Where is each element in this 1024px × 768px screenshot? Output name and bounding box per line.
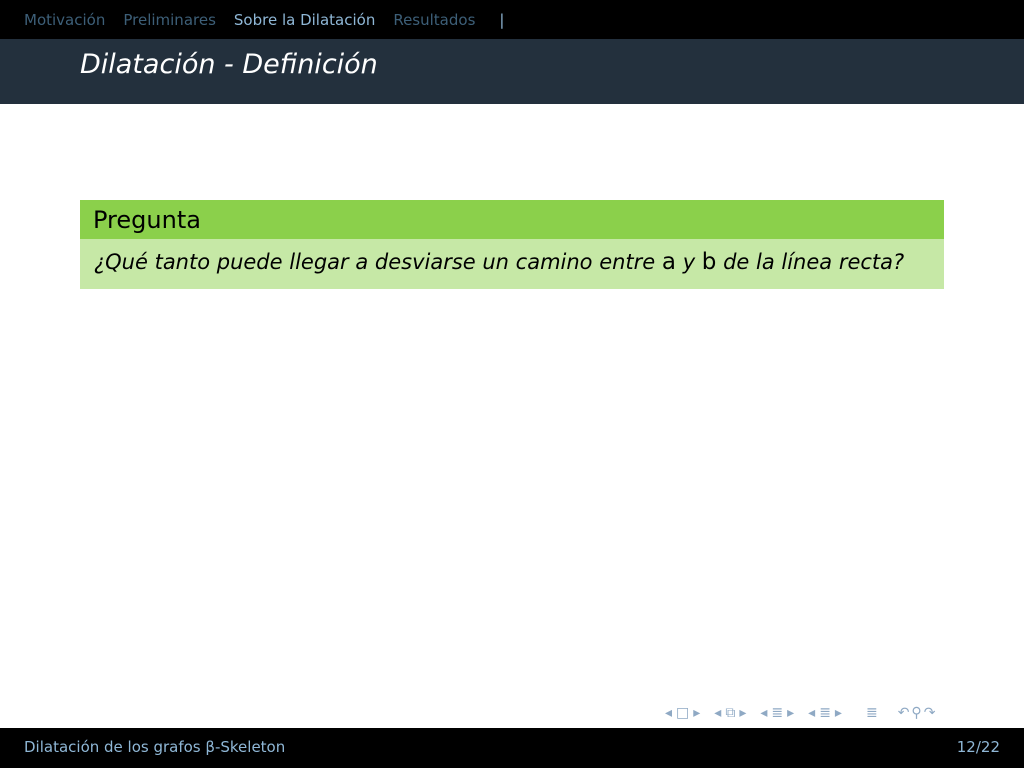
slide-icon[interactable]: □ [676, 705, 689, 721]
nav-motivacion[interactable]: Motivación [24, 11, 105, 29]
frame-icon[interactable]: ⧉ [725, 705, 735, 721]
next-slide-icon[interactable]: ▸ [693, 705, 700, 721]
subsection-icon[interactable]: ≣ [771, 705, 783, 721]
footer-bar: Dilatación de los grafos β-Skeleton 12/2… [0, 728, 1024, 768]
prev-frame-icon[interactable]: ◂ [714, 705, 721, 721]
frame-title-bar: Dilatación - Definición [0, 39, 1024, 104]
nav-separator: | [499, 10, 505, 29]
block-body: ¿Qué tanto puede llegar a desviarse un c… [80, 239, 944, 289]
page-number: 12/22 [956, 738, 1000, 756]
search-icon[interactable]: ⚲ [911, 705, 921, 721]
variable-a: a [661, 249, 677, 275]
section-icon[interactable]: ≣ [819, 705, 831, 721]
nav-sobre-la-dilatacion[interactable]: Sobre la Dilatación [234, 11, 375, 29]
frame-title: Dilatación - Definición [80, 49, 378, 80]
beamer-navigation-symbols: ◂ □ ▸ ◂ ⧉ ▸ ◂ ≣ ▸ ◂ ≣ ▸ ≣ ↶ ⚲ ↷ [665, 702, 935, 724]
nav-resultados[interactable]: Resultados [393, 11, 475, 29]
variable-b: b [701, 249, 717, 275]
nav-preliminares[interactable]: Preliminares [123, 11, 216, 29]
block-title: Pregunta [80, 200, 944, 239]
prev-subsection-icon[interactable]: ◂ [760, 705, 767, 721]
document-icon[interactable]: ≣ [866, 705, 878, 721]
next-subsection-icon[interactable]: ▸ [787, 705, 794, 721]
next-section-icon[interactable]: ▸ [835, 705, 842, 721]
question-text-end: de la línea recta? [716, 250, 905, 274]
footer-presentation-title: Dilatación de los grafos β-Skeleton [24, 738, 286, 756]
prev-slide-icon[interactable]: ◂ [665, 705, 672, 721]
section-navigation: Motivación Preliminares Sobre la Dilatac… [0, 0, 1024, 39]
question-text-start: ¿Qué tanto puede llegar a desviarse un c… [94, 250, 662, 274]
question-text-middle: y [676, 250, 702, 274]
redo-icon[interactable]: ↷ [924, 705, 936, 721]
question-block: Pregunta ¿Qué tanto puede llegar a desvi… [80, 200, 944, 289]
undo-icon[interactable]: ↶ [898, 705, 910, 721]
next-frame-icon[interactable]: ▸ [739, 705, 746, 721]
prev-section-icon[interactable]: ◂ [808, 705, 815, 721]
